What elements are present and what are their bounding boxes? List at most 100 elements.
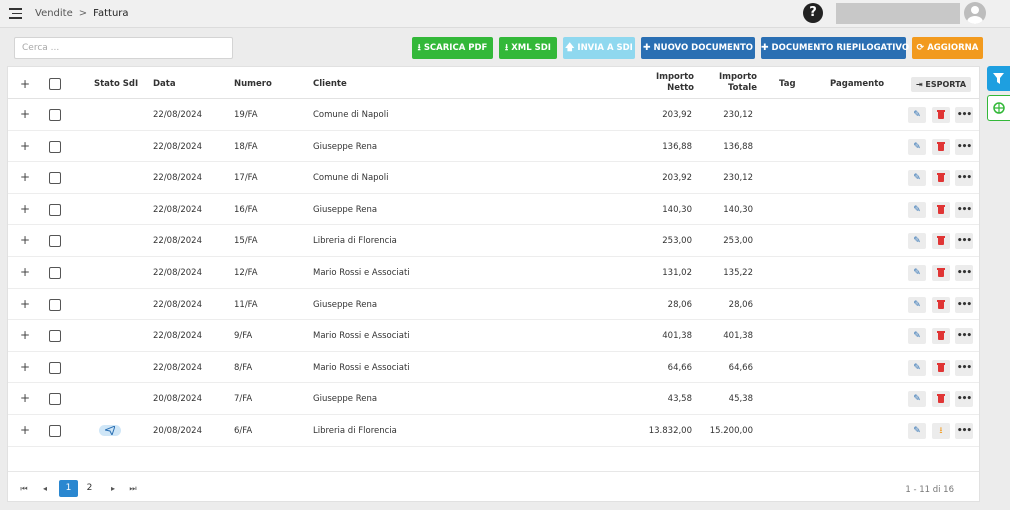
cell-numero[interactable]: 18/FA	[234, 142, 258, 152]
table-row[interactable]: +22/08/2024 17/FA Comune di Napoli 203,92 23…	[8, 162, 979, 194]
esporta-button[interactable]: ⇥ ESPORTA	[911, 77, 971, 92]
more-actions-button[interactable]: •••	[955, 107, 973, 123]
user-name[interactable]	[836, 3, 960, 24]
more-actions-button[interactable]: •••	[955, 265, 973, 281]
row-checkbox[interactable]	[49, 140, 61, 153]
nuovo-documento-button[interactable]: ✚ NUOVO DOCUMENTO	[641, 37, 755, 59]
column-stato-sdi[interactable]: Stato SdI	[94, 79, 138, 89]
cell-numero[interactable]: 6/FA	[234, 426, 252, 436]
last-page-icon[interactable]: ⏭	[127, 480, 139, 497]
edit-button[interactable]: ✎	[908, 423, 926, 439]
edit-button[interactable]: ✎	[908, 359, 926, 376]
invia-sdi-button[interactable]: 🡅 INVIA A SDI	[563, 37, 635, 59]
more-actions-button[interactable]: •••	[955, 170, 973, 187]
delete-button[interactable]	[932, 170, 950, 187]
expand-row-icon[interactable]: +	[20, 265, 30, 279]
download-button[interactable]: ⭳	[932, 423, 950, 439]
first-page-icon[interactable]: ⏮	[18, 480, 30, 497]
hamburger-icon[interactable]	[9, 8, 22, 19]
row-checkbox[interactable]	[49, 361, 61, 374]
edit-button[interactable]: ✎	[908, 233, 926, 250]
edit-button[interactable]: ✎	[908, 138, 926, 155]
expand-row-icon[interactable]: +	[20, 233, 30, 247]
expand-row-icon[interactable]: +	[20, 202, 30, 216]
xml-sdi-button[interactable]: ⭳ XML SDI	[499, 37, 557, 59]
row-checkbox[interactable]	[49, 330, 61, 343]
select-all-checkbox[interactable]	[49, 78, 61, 90]
edit-button[interactable]: ✎	[908, 170, 926, 187]
next-page-icon[interactable]: ▸	[107, 480, 119, 497]
more-actions-button[interactable]: •••	[955, 391, 973, 408]
delete-button[interactable]	[932, 233, 950, 250]
table-row[interactable]: +22/08/2024 9/FA Mario Rossi e Associati 40…	[8, 320, 979, 352]
cell-numero[interactable]: 7/FA	[234, 394, 252, 404]
table-row[interactable]: +20/08/2024 7/FA Giuseppe Rena 43,58 45,38 ✎ •…	[8, 383, 979, 415]
table-row[interactable]: +20/08/2024 6/FA Libreria di Florencia 13.8…	[8, 415, 979, 447]
expand-row-icon[interactable]: +	[20, 297, 30, 311]
scarica-pdf-button[interactable]: ⭳ SCARICA PDF	[412, 37, 493, 59]
row-checkbox[interactable]	[49, 425, 61, 437]
edit-button[interactable]: ✎	[908, 265, 926, 281]
cell-numero[interactable]: 15/FA	[234, 236, 258, 246]
more-actions-button[interactable]: •••	[955, 423, 973, 439]
expand-row-icon[interactable]: +	[20, 360, 30, 374]
edit-button[interactable]: ✎	[908, 296, 926, 313]
avatar[interactable]	[964, 2, 986, 24]
column-pagamento[interactable]: Pagamento	[830, 79, 884, 89]
edit-button[interactable]: ✎	[908, 328, 926, 345]
row-checkbox[interactable]	[49, 298, 61, 311]
more-actions-button[interactable]: •••	[955, 233, 973, 250]
expand-row-icon[interactable]: +	[20, 139, 30, 153]
more-actions-button[interactable]: •••	[955, 138, 973, 155]
more-actions-button[interactable]: •••	[955, 359, 973, 376]
globe-tab[interactable]	[987, 95, 1010, 121]
edit-button[interactable]: ✎	[908, 201, 926, 218]
filter-tab[interactable]	[987, 66, 1010, 91]
cell-numero[interactable]: 11/FA	[234, 300, 258, 310]
cell-numero[interactable]: 12/FA	[234, 268, 258, 278]
row-checkbox[interactable]	[49, 267, 61, 279]
delete-button[interactable]	[932, 296, 950, 313]
table-row[interactable]: +22/08/2024 18/FA Giuseppe Rena 136,88 136,8…	[8, 131, 979, 163]
row-checkbox[interactable]	[49, 235, 61, 248]
delete-button[interactable]	[932, 265, 950, 281]
cell-numero[interactable]: 16/FA	[234, 205, 258, 215]
column-importo-totale[interactable]: Importo Totale	[719, 72, 757, 94]
delete-button[interactable]	[932, 328, 950, 345]
expand-row-icon[interactable]: +	[20, 391, 30, 405]
breadcrumb-parent[interactable]: Vendite	[35, 8, 73, 19]
column-numero[interactable]: Numero	[234, 79, 272, 89]
more-actions-button[interactable]: •••	[955, 201, 973, 218]
table-row[interactable]: +22/08/2024 19/FA Comune di Napoli 203,92 23…	[8, 99, 979, 131]
column-tag[interactable]: Tag	[779, 79, 796, 89]
cell-numero[interactable]: 19/FA	[234, 110, 258, 120]
expand-all-icon[interactable]: +	[20, 77, 30, 91]
table-row[interactable]: +22/08/2024 12/FA Mario Rossi e Associati 1…	[8, 257, 979, 289]
aggiorna-button[interactable]: ⟳ AGGIORNA	[912, 37, 983, 59]
expand-row-icon[interactable]: +	[20, 107, 30, 121]
more-actions-button[interactable]: •••	[955, 328, 973, 345]
expand-row-icon[interactable]: +	[20, 423, 30, 437]
cell-numero[interactable]: 8/FA	[234, 363, 252, 373]
more-actions-button[interactable]: •••	[955, 296, 973, 313]
row-checkbox[interactable]	[49, 393, 61, 406]
page-1-button[interactable]: 1	[59, 480, 78, 497]
cell-numero[interactable]: 17/FA	[234, 173, 258, 183]
delete-button[interactable]	[932, 107, 950, 123]
row-checkbox[interactable]	[49, 203, 61, 216]
table-row[interactable]: +22/08/2024 8/FA Mario Rossi e Associati 64…	[8, 352, 979, 384]
delete-button[interactable]	[932, 391, 950, 408]
delete-button[interactable]	[932, 201, 950, 218]
table-row[interactable]: +22/08/2024 11/FA Giuseppe Rena 28,06 28,06 ✎…	[8, 289, 979, 321]
documento-riepilogativo-button[interactable]: ✚ DOCUMENTO RIEPILOGATIVO	[761, 37, 909, 59]
table-row[interactable]: +22/08/2024 15/FA Libreria di Florencia 253…	[8, 225, 979, 257]
column-importo-netto[interactable]: Importo Netto	[656, 72, 694, 94]
edit-button[interactable]: ✎	[908, 107, 926, 123]
table-row[interactable]: +22/08/2024 16/FA Giuseppe Rena 140,30 140,3…	[8, 194, 979, 226]
row-checkbox[interactable]	[49, 172, 61, 185]
search-input[interactable]	[14, 37, 233, 59]
delete-button[interactable]	[932, 138, 950, 155]
delete-button[interactable]	[932, 359, 950, 376]
column-data[interactable]: Data	[153, 79, 176, 89]
prev-page-icon[interactable]: ◂	[39, 480, 51, 497]
